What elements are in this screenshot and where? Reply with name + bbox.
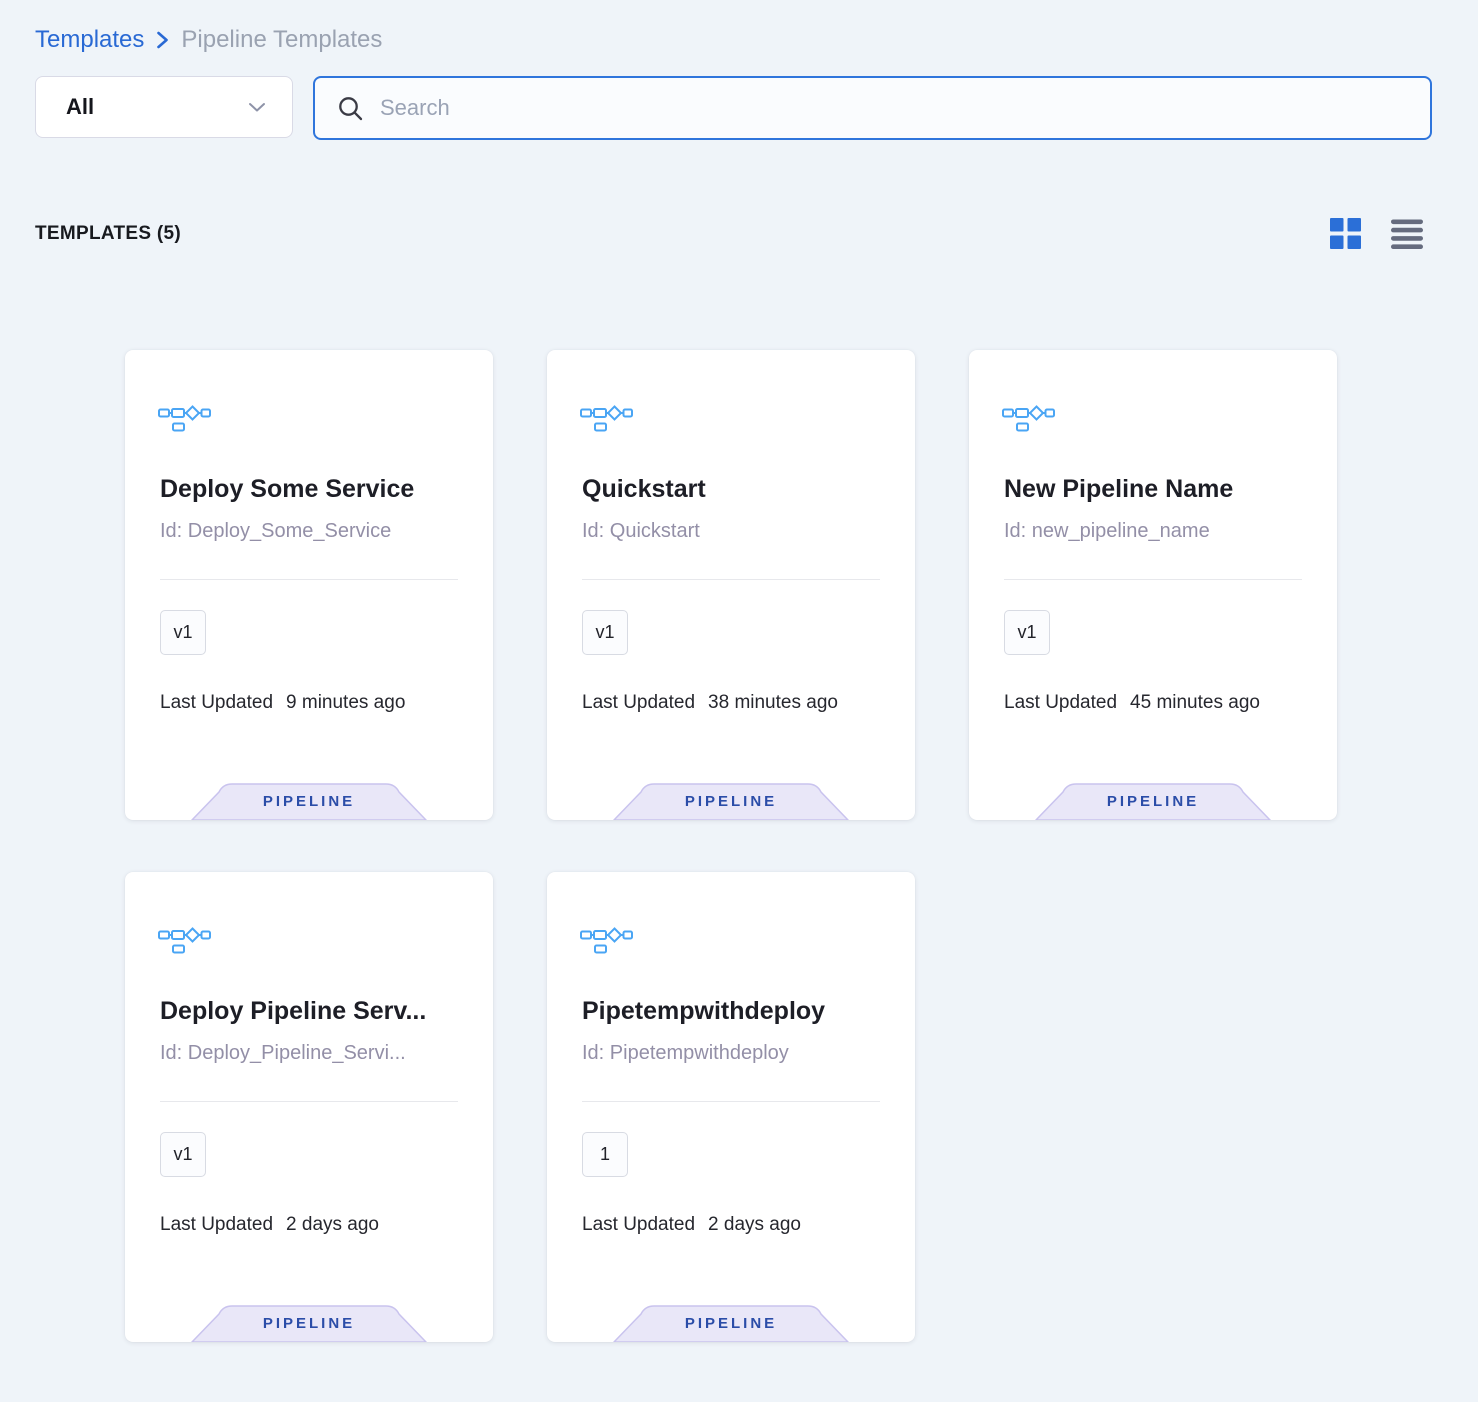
card-divider [1004,579,1302,580]
template-id: Id: Pipetempwithdeploy [582,1042,882,1065]
last-updated-value: 2 days ago [708,1214,801,1236]
template-card-new-pipeline-name[interactable]: New Pipeline Name Id: new_pipeline_name … [969,350,1337,820]
card-divider [160,579,458,580]
template-title: New Pipeline Name [1004,475,1304,504]
ribbon-label: PIPELINE [191,1315,427,1332]
last-updated-label: Last Updated [582,1214,695,1236]
template-title: Quickstart [582,475,882,504]
search-input[interactable] [380,95,1408,121]
template-card-deploy-some-service[interactable]: Deploy Some Service Id: Deploy_Some_Serv… [125,350,493,820]
pipeline-icon [580,404,633,437]
last-updated-label: Last Updated [1004,692,1117,714]
template-card-quickstart[interactable]: Quickstart Id: Quickstart v1 Last Update… [547,350,915,820]
last-updated-label: Last Updated [160,692,273,714]
ribbon-label: PIPELINE [1035,793,1271,810]
filter-row: All [35,76,1432,140]
grid-view-icon [1330,218,1361,249]
last-updated-label: Last Updated [160,1214,273,1236]
template-id: Id: Deploy_Some_Service [160,520,460,543]
card-divider [582,1101,880,1102]
list-view-button[interactable] [1391,219,1423,249]
version-badge: v1 [1004,610,1050,655]
template-id: Id: Deploy_Pipeline_Servi... [160,1042,460,1065]
version-badge: v1 [160,1132,206,1177]
ribbon-label: PIPELINE [191,793,427,810]
last-updated: Last Updated 45 minutes ago [1004,692,1260,714]
pipeline-type-ribbon: PIPELINE [1035,783,1271,820]
last-updated-value: 9 minutes ago [286,692,405,714]
template-card-deploy-pipeline-service[interactable]: Deploy Pipeline Serv... Id: Deploy_Pipel… [125,872,493,1342]
chevron-down-icon [248,102,266,113]
pipeline-icon [158,404,211,437]
card-divider [160,1101,458,1102]
template-card-pipetempwithdeploy[interactable]: Pipetempwithdeploy Id: Pipetempwithdeplo… [547,872,915,1342]
list-view-icon [1391,219,1423,249]
card-divider [582,579,880,580]
template-id: Id: new_pipeline_name [1004,520,1304,543]
pipeline-type-ribbon: PIPELINE [613,1305,849,1342]
scope-dropdown[interactable]: All [35,76,293,138]
last-updated: Last Updated 9 minutes ago [160,692,405,714]
template-title: Deploy Some Service [160,475,460,504]
last-updated-label: Last Updated [582,692,695,714]
version-badge: v1 [582,610,628,655]
last-updated: Last Updated 38 minutes ago [582,692,838,714]
breadcrumb-link-templates[interactable]: Templates [35,26,144,54]
last-updated-value: 38 minutes ago [708,692,838,714]
last-updated-value: 45 minutes ago [1130,692,1260,714]
last-updated-value: 2 days ago [286,1214,379,1236]
last-updated: Last Updated 2 days ago [582,1214,801,1236]
version-badge: 1 [582,1132,628,1177]
template-id: Id: Quickstart [582,520,882,543]
template-title: Deploy Pipeline Serv... [160,997,460,1026]
view-toggles [1330,218,1435,249]
template-title: Pipetempwithdeploy [582,997,882,1026]
section-title: TEMPLATES (5) [35,223,181,245]
pipeline-type-ribbon: PIPELINE [191,1305,427,1342]
grid-view-button[interactable] [1330,218,1361,249]
pipeline-type-ribbon: PIPELINE [191,783,427,820]
chevron-right-icon [156,30,169,50]
last-updated: Last Updated 2 days ago [160,1214,379,1236]
search-icon [337,95,364,122]
scope-dropdown-value: All [66,94,94,120]
section-header: TEMPLATES (5) [35,218,1435,249]
pipeline-icon [580,926,633,959]
breadcrumb-current: Pipeline Templates [181,26,382,54]
version-badge: v1 [160,610,206,655]
ribbon-label: PIPELINE [613,793,849,810]
pipeline-icon [158,926,211,959]
ribbon-label: PIPELINE [613,1315,849,1332]
pipeline-type-ribbon: PIPELINE [613,783,849,820]
search-box [313,76,1432,140]
templates-grid: Deploy Some Service Id: Deploy_Some_Serv… [125,350,1337,1342]
breadcrumb: Templates Pipeline Templates [35,26,382,54]
pipeline-icon [1002,404,1055,437]
